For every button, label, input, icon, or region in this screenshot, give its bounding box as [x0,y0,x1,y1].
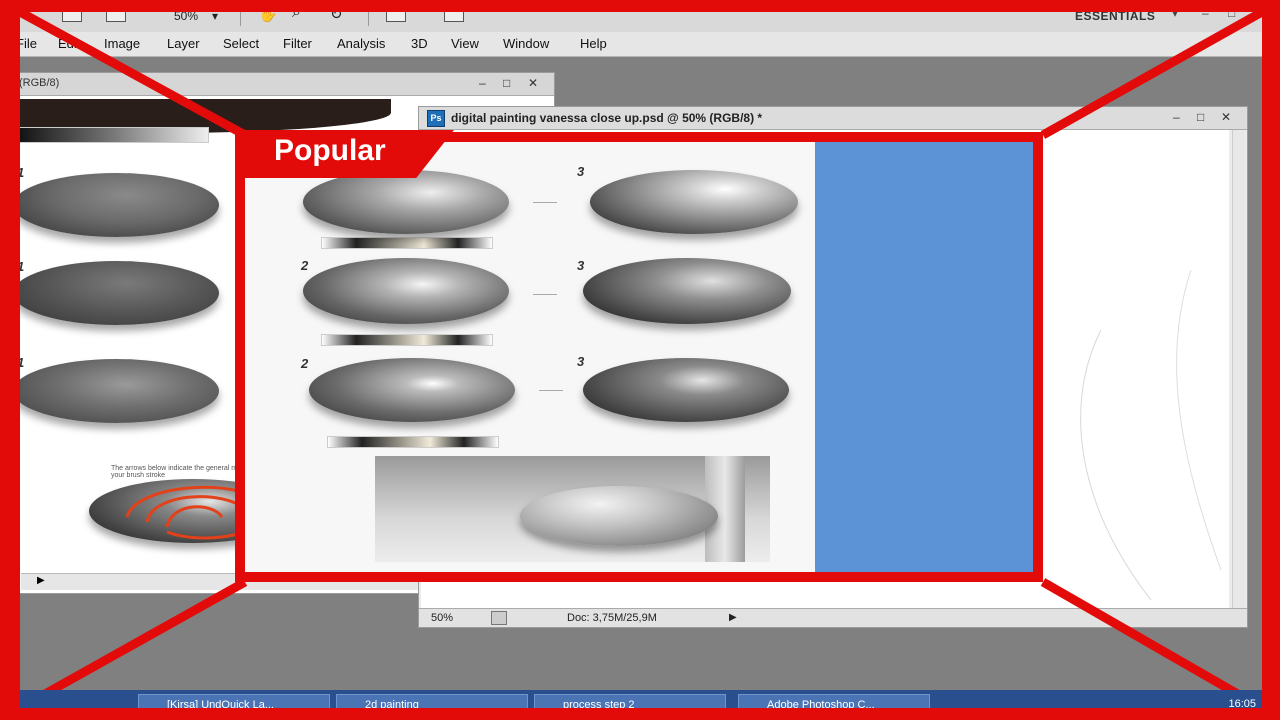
popular-badge: Popular [274,134,386,167]
frame-border-left [0,0,20,720]
frame-border-bottom [0,708,1280,720]
frame-border-top [0,0,1280,12]
thumbnail-frame-lines [17,8,1265,712]
frame-border-right [1262,0,1280,720]
